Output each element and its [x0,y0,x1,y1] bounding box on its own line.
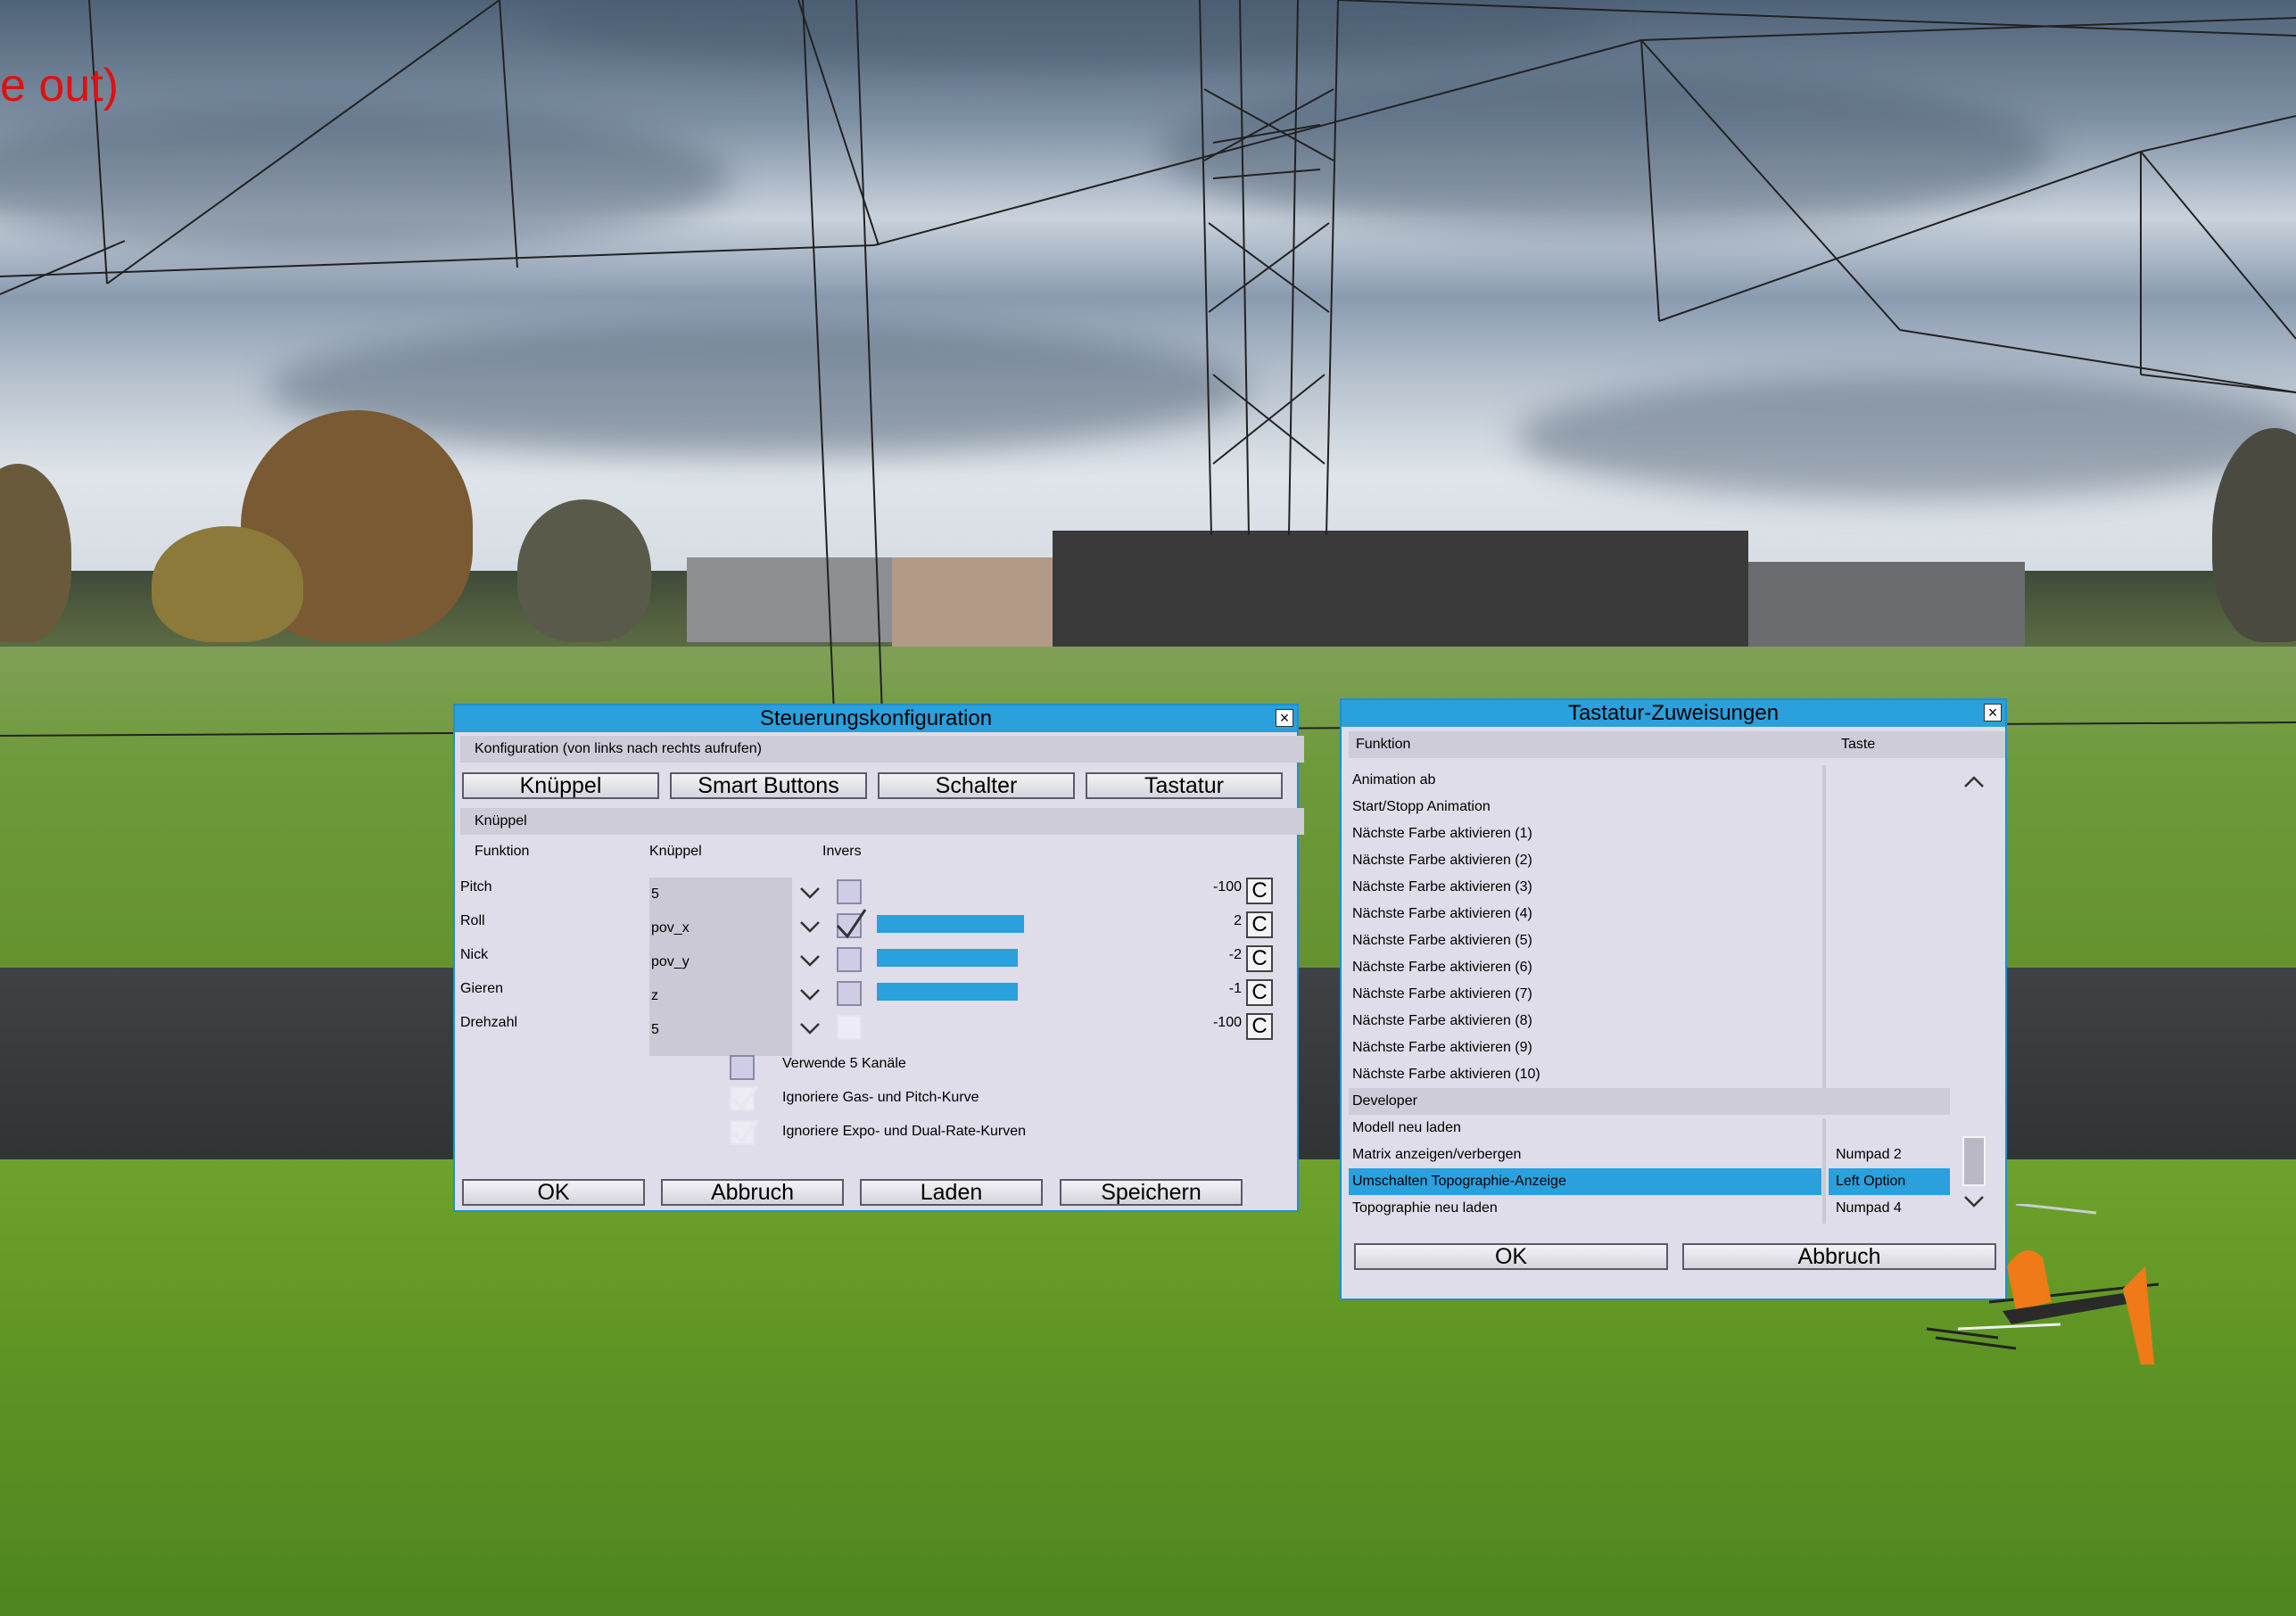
config-label-bar: Konfiguration (von links nach rechts auf… [460,736,1304,763]
tab-schalter[interactable]: Schalter [878,772,1075,799]
invert-checkbox[interactable] [837,1015,862,1040]
helicopter-model [1926,1204,2160,1365]
header-stick: Knüppel [649,844,702,859]
axis-value: -1 [1228,981,1242,996]
check-icon [731,1118,759,1145]
tab-knueppel[interactable]: Knüppel [462,772,659,799]
calibrate-button[interactable]: C [1246,979,1273,1006]
axis-name: Gieren [460,981,504,996]
header-function: Funktion [475,844,530,859]
ignore-throttle-pitch-label: Ignoriere Gas- und Pitch-Kurve [782,1090,979,1105]
use-5-channels-label: Verwende 5 Kanäle [782,1056,906,1071]
axis-level-bar [877,983,1018,1001]
ignore-expo-dualrate-label: Ignoriere Expo- und Dual-Rate-Kurven [782,1124,1027,1139]
close-button[interactable]: × [1984,704,2002,721]
overlay-message: e out) [0,60,119,111]
group-label: Developer [1352,1093,1417,1109]
invert-checkbox[interactable] [837,947,862,972]
key-binding[interactable]: Numpad 2 [1836,1142,1902,1168]
tab-tastatur[interactable]: Tastatur [1086,772,1283,799]
axis-value: 2 [1234,913,1242,928]
list-item[interactable]: Nächste Farbe aktivieren (3) [1352,874,1532,901]
calibrate-button[interactable]: C [1246,945,1273,972]
key-binding[interactable]: Left Option [1836,1168,1905,1195]
calibrate-button[interactable]: C [1246,1013,1273,1040]
list-item[interactable]: Modell neu laden [1352,1115,1461,1142]
use-5-channels-checkbox[interactable] [730,1055,755,1080]
list-item[interactable]: Start/Stopp Animation [1352,794,1491,820]
list-item[interactable]: Nächste Farbe aktivieren (6) [1352,954,1532,981]
axis-name: Nick [460,947,489,962]
list-item[interactable]: Nächste Farbe aktivieren (9) [1352,1035,1532,1061]
axis-value: -100 [1212,879,1242,895]
column-divider [1822,765,1826,1088]
chevron-down-icon[interactable] [798,883,822,903]
tastatur-titlebar[interactable]: Tastatur-Zuweisungen × [1342,700,2005,727]
chevron-down-icon[interactable] [798,1018,822,1038]
list-item[interactable]: Nächste Farbe aktivieren (8) [1352,1008,1532,1035]
tastatur-title: Tastatur-Zuweisungen [1567,701,1780,725]
calibrate-button[interactable]: C [1246,878,1273,904]
close-button[interactable]: × [1276,709,1293,727]
ok-button[interactable]: OK [462,1179,645,1206]
axis-level-bar [877,949,1018,967]
axis-value: -2 [1228,947,1242,962]
config-label: Konfiguration (von links nach rechts auf… [475,741,762,756]
list-item[interactable]: Topographie neu laden [1352,1195,1498,1222]
keymap-header-bar: Funktion [1349,731,2005,758]
section-title: Knüppel [475,813,527,829]
check-icon [836,909,867,939]
group-header [1349,1088,1950,1115]
check-icon [731,1084,759,1111]
axis-name: Pitch [460,879,492,895]
list-item[interactable]: Nächste Farbe aktivieren (4) [1352,901,1532,928]
invert-checkbox[interactable] [837,879,862,904]
list-item[interactable]: Nächste Farbe aktivieren (7) [1352,981,1532,1008]
section-bar: Knüppel [460,808,1304,835]
key-binding[interactable]: Numpad 4 [1836,1195,1902,1222]
stick-select-value[interactable]: pov_y [651,954,690,970]
tab-smart-buttons[interactable]: Smart Buttons [670,772,867,799]
axis-name: Drehzahl [460,1015,518,1030]
steuerung-title: Steuerungskonfiguration [759,706,993,730]
save-button[interactable]: Speichern [1060,1179,1243,1206]
stick-select-value[interactable]: z [651,988,658,1004]
list-item[interactable]: Nächste Farbe aktivieren (2) [1352,847,1532,874]
axis-name: Roll [460,913,485,928]
list-item[interactable]: Umschalten Topographie-Anzeige [1352,1168,1566,1195]
list-item[interactable]: Matrix anzeigen/verbergen [1352,1142,1521,1168]
list-item[interactable]: Nächste Farbe aktivieren (5) [1352,928,1532,954]
header-invert: Invers [822,844,862,859]
load-button[interactable]: Laden [860,1179,1043,1206]
calibrate-button[interactable]: C [1246,911,1273,938]
scrollbar-thumb[interactable] [1962,1136,1986,1186]
list-item[interactable]: Animation ab [1352,767,1435,794]
stick-select-value[interactable]: 5 [651,1022,659,1038]
axis-level-bar [877,915,1024,933]
column-divider [1822,1118,1826,1224]
axis-value: -100 [1212,1015,1242,1030]
stick-select-value[interactable]: 5 [651,886,659,903]
ok-button[interactable]: OK [1354,1243,1668,1270]
chevron-down-icon[interactable] [798,917,822,936]
cancel-button[interactable]: Abbruch [661,1179,844,1206]
scroll-up-icon[interactable] [1962,772,1986,790]
stick-select-value[interactable]: pov_x [651,920,690,936]
steuerung-titlebar[interactable]: Steuerungskonfiguration × [455,705,1297,732]
invert-checkbox[interactable] [837,981,862,1006]
list-item[interactable]: Nächste Farbe aktivieren (1) [1352,820,1532,847]
list-item[interactable]: Nächste Farbe aktivieren (10) [1352,1061,1540,1088]
chevron-down-icon[interactable] [798,951,822,970]
chevron-down-icon[interactable] [798,985,822,1004]
header-function: Funktion [1356,737,1411,752]
header-key: Taste [1841,737,1876,752]
